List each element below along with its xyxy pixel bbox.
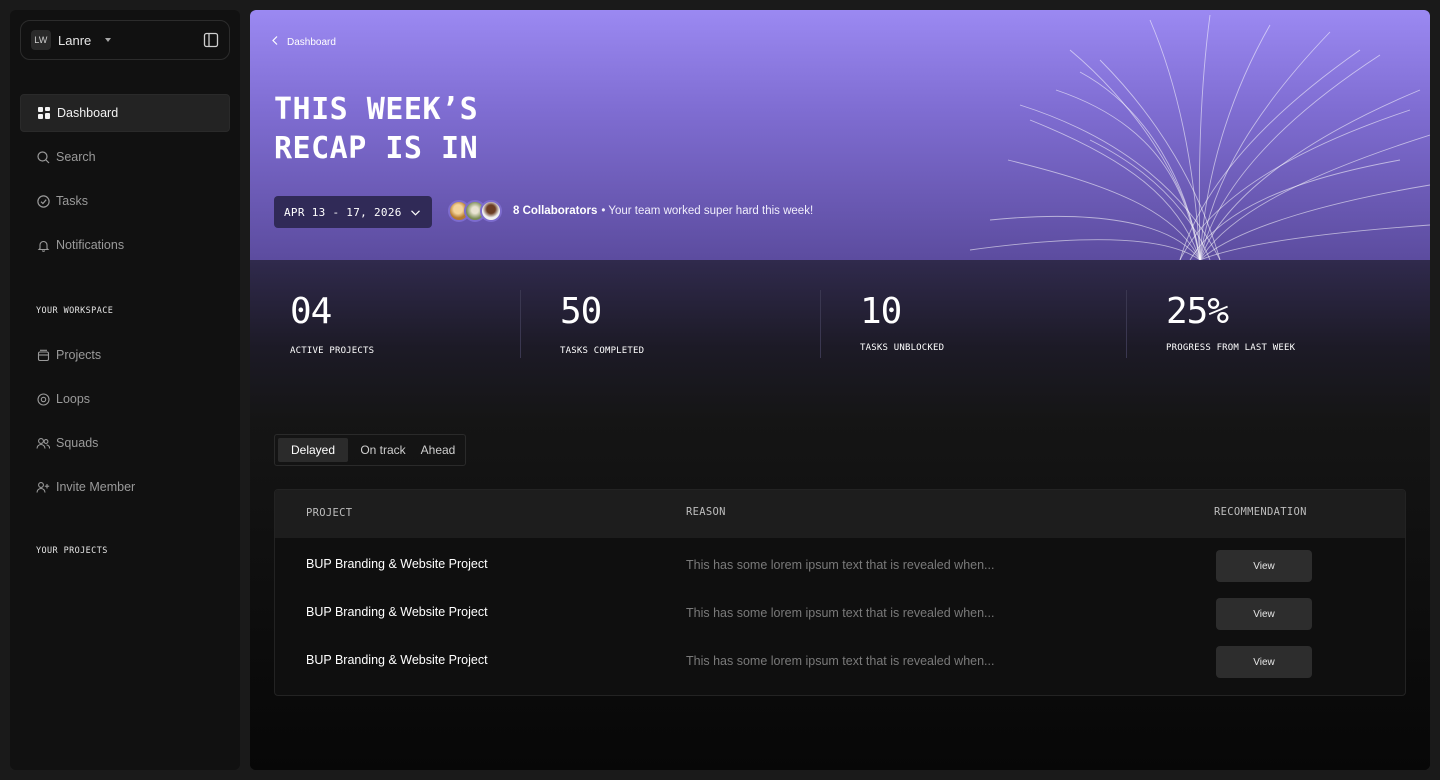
tab-on-track[interactable]: On track (348, 438, 418, 462)
user-plus-icon (36, 480, 50, 494)
collaborators-count: 8 Collaborators (513, 205, 598, 217)
collaborators-message: • Your team worked super hard this week! (601, 205, 814, 217)
nav-label-loops: Loops (56, 392, 91, 406)
reason-text: This has some lorem ipsum text that is r… (686, 558, 995, 572)
stack-icon (36, 348, 50, 362)
check-circle-icon (36, 194, 50, 208)
users-icon (36, 436, 50, 450)
date-range-label: APR 13 - 17, 2026 (284, 205, 402, 219)
nav-label-tasks: Tasks (56, 194, 88, 208)
nav-label-dashboard: Dashboard (57, 106, 119, 120)
tab-delayed[interactable]: Delayed (278, 438, 348, 462)
stat-tasks-completed: 50 TASKS COMPLETED (560, 290, 644, 356)
stat-label: TASKS COMPLETED (560, 346, 645, 356)
column-header-project: PROJECT (306, 507, 353, 519)
table-row: BUP Branding & Website Project This has … (275, 634, 1405, 682)
sidebar-toggle-icon[interactable] (201, 30, 221, 50)
stat-value: 50 (560, 291, 602, 332)
stat-tasks-unblocked: 10 TASKS UNBLOCKED (860, 290, 944, 353)
nav-item-tasks[interactable]: Tasks (20, 182, 230, 220)
collaborator-avatars[interactable] (448, 200, 506, 222)
nav-label-notifications: Notifications (56, 238, 125, 252)
projects-section-label: YOUR PROJECTS (36, 546, 108, 556)
user-avatar: LW (31, 30, 51, 50)
hero-banner: Dashboard THIS WEEK’S RECAP IS IN APR 13… (250, 10, 1430, 260)
view-button[interactable]: View (1216, 550, 1312, 582)
loop-icon (36, 392, 50, 406)
collaborators-summary: 8 Collaborators • Your team worked super… (448, 200, 813, 222)
project-name[interactable]: BUP Branding & Website Project (306, 653, 488, 667)
nav-label-squads: Squads (56, 436, 99, 450)
nav-item-loops[interactable]: Loops (20, 380, 230, 418)
date-range-selector[interactable]: APR 13 - 17, 2026 (274, 196, 432, 228)
stat-progress: 25% PROGRESS FROM LAST WEEK (1166, 290, 1295, 353)
nav-item-notifications[interactable]: Notifications (20, 226, 230, 264)
nav-item-search[interactable]: Search (20, 138, 230, 176)
user-name: Lanre (58, 32, 92, 48)
projects-table: PROJECT REASON RECOMMENDATION BUP Brandi… (274, 489, 1406, 696)
table-row: BUP Branding & Website Project This has … (275, 538, 1405, 586)
bell-icon (36, 238, 50, 252)
chevron-left-icon (272, 36, 278, 48)
search-icon (36, 150, 50, 164)
main-panel: Dashboard THIS WEEK’S RECAP IS IN APR 13… (250, 10, 1430, 770)
nav-item-projects[interactable]: Projects (20, 336, 230, 374)
grid-icon (37, 106, 51, 120)
stat-label: PROGRESS FROM LAST WEEK (1166, 343, 1296, 353)
column-header-reason: REASON (686, 506, 726, 518)
sidebar: LW Lanre Dashboard Search Tasks Notifica… (10, 10, 240, 770)
nav-label-search: Search (56, 150, 96, 164)
table-header: PROJECT REASON RECOMMENDATION (275, 490, 1405, 538)
project-name[interactable]: BUP Branding & Website Project (306, 557, 488, 571)
stat-divider (520, 290, 521, 358)
project-name[interactable]: BUP Branding & Website Project (306, 605, 488, 619)
view-button[interactable]: View (1216, 598, 1312, 630)
nav-item-squads[interactable]: Squads (20, 424, 230, 462)
column-header-recommendation: RECOMMENDATION (1214, 506, 1307, 518)
tab-ahead[interactable]: Ahead (418, 438, 458, 462)
stat-divider (820, 290, 821, 358)
caret-down-icon (105, 38, 112, 42)
user-switcher[interactable]: LW Lanre (20, 20, 230, 60)
nav-label-invite-member: Invite Member (56, 480, 136, 494)
stat-label: TASKS UNBLOCKED (860, 343, 945, 353)
workspace-section-label: YOUR WORKSPACE (36, 306, 114, 316)
reason-text: This has some lorem ipsum text that is r… (686, 606, 995, 620)
stat-label: ACTIVE PROJECTS (290, 346, 375, 356)
page-title: THIS WEEK’S RECAP IS IN (274, 92, 479, 166)
decorative-lines-graphic (969, 14, 1430, 260)
stat-divider (1126, 290, 1127, 358)
nav-item-dashboard[interactable]: Dashboard (20, 94, 230, 132)
stat-value: 25% (1166, 291, 1229, 332)
avatar (480, 200, 502, 222)
nav-label-projects: Projects (56, 348, 102, 362)
table-row: BUP Branding & Website Project This has … (275, 586, 1405, 634)
stat-value: 04 (290, 291, 332, 332)
breadcrumb[interactable]: Dashboard (272, 36, 336, 48)
status-filter-tabs: Delayed On track Ahead (274, 434, 466, 466)
chevron-down-icon (411, 206, 420, 219)
nav-item-invite-member[interactable]: Invite Member (20, 468, 230, 506)
reason-text: This has some lorem ipsum text that is r… (686, 654, 995, 668)
breadcrumb-label: Dashboard (287, 36, 336, 48)
stat-active-projects: 04 ACTIVE PROJECTS (290, 290, 374, 356)
stat-value: 10 (860, 291, 902, 332)
view-button[interactable]: View (1216, 646, 1312, 678)
